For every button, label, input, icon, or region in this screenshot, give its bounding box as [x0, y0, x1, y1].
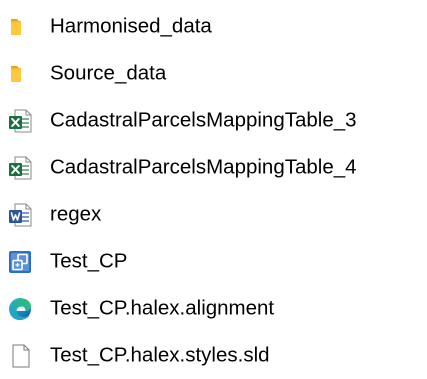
file-row-mapping-table-3[interactable]: CadastralParcelsMappingTable_3 [0, 97, 427, 144]
word-file-icon [6, 201, 34, 229]
excel-file-icon [6, 107, 34, 135]
file-name: CadastralParcelsMappingTable_4 [50, 155, 357, 179]
blank-file-icon [6, 342, 34, 370]
file-list: Harmonised_data Source_data CadastralPar… [0, 3, 427, 379]
file-row-harmonised-data[interactable]: Harmonised_data [0, 3, 427, 50]
file-name: Harmonised_data [50, 14, 212, 38]
file-row-test-cp[interactable]: Test_CP [0, 238, 427, 285]
file-name: Test_CP [50, 249, 128, 273]
file-name: CadastralParcelsMappingTable_3 [50, 108, 357, 132]
file-row-source-data[interactable]: Source_data [0, 50, 427, 97]
file-name: Test_CP.halex.styles.sld [50, 343, 270, 367]
folder-icon [6, 13, 34, 41]
excel-file-icon [6, 154, 34, 182]
file-name: Test_CP.halex.alignment [50, 296, 275, 320]
folder-icon [6, 60, 34, 88]
file-row-test-cp-alignment[interactable]: Test_CP.halex.alignment [0, 285, 427, 332]
file-row-test-cp-styles[interactable]: Test_CP.halex.styles.sld [0, 332, 427, 379]
file-name: regex [50, 202, 102, 226]
file-row-mapping-table-4[interactable]: CadastralParcelsMappingTable_4 [0, 144, 427, 191]
hale-project-icon [6, 248, 34, 276]
file-row-regex[interactable]: regex [0, 191, 427, 238]
file-name: Source_data [50, 61, 167, 85]
edge-browser-icon [6, 295, 34, 323]
